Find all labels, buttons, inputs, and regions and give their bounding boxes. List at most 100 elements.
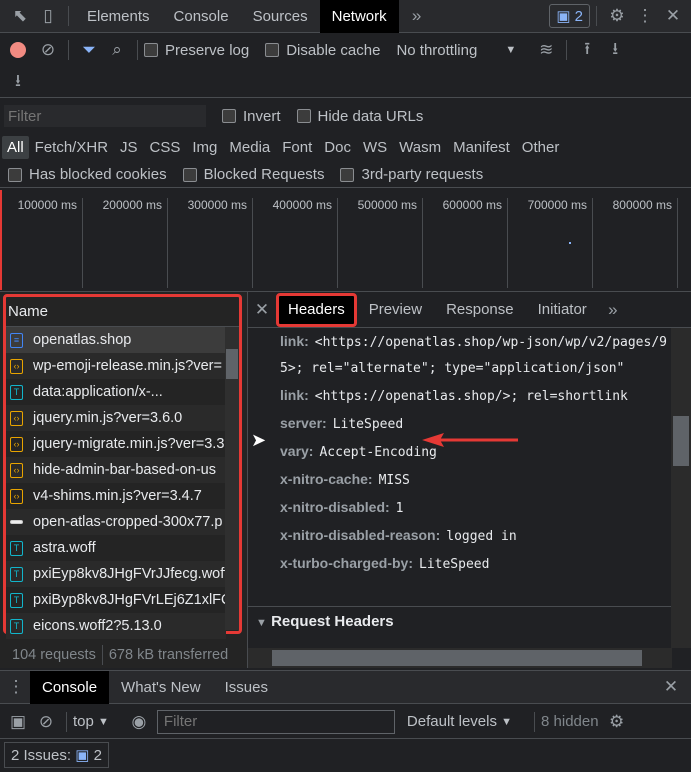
header-row: x-nitro-cache: MISS — [248, 466, 672, 494]
font-file-icon: T — [10, 592, 23, 608]
doc-file-icon: ≡ — [10, 332, 23, 348]
type-filter-doc[interactable]: Doc — [318, 139, 357, 156]
img-file-icon — [10, 520, 23, 524]
list-item[interactable]: ‹› jquery-migrate.min.js?ver=3.3 — [6, 431, 226, 457]
search-icon[interactable]: ⌕ — [103, 40, 131, 60]
scrollbar[interactable] — [225, 327, 239, 630]
type-filter-wasm[interactable]: Wasm — [393, 139, 447, 156]
issue-icon: ▣ — [75, 747, 90, 764]
close-detail-icon[interactable]: ✕ — [248, 300, 276, 320]
checkbox-0[interactable]: Has blocked cookies — [8, 166, 167, 183]
horizontal-scrollbar[interactable] — [248, 648, 672, 668]
eye-icon[interactable]: ◉ — [125, 712, 153, 732]
timeline-tick: 600000 ms — [428, 198, 508, 288]
header-name: link: — [280, 387, 309, 403]
hide-data-urls-checkbox[interactable]: Hide data URLs — [296, 108, 423, 125]
type-filter-manifest[interactable]: Manifest — [447, 139, 516, 156]
tab-sources[interactable]: Sources — [241, 0, 320, 33]
header-name: x-nitro-disabled-reason: — [280, 527, 441, 543]
console-filter-input[interactable] — [156, 709, 395, 734]
disable-cache-checkbox[interactable]: Disable cache — [265, 42, 380, 59]
drawer-tab-whats-new[interactable]: What's New — [109, 671, 213, 704]
detail-tab-headers[interactable]: Headers — [276, 292, 357, 327]
gear-icon[interactable]: ⚙ — [603, 6, 631, 26]
export-har-icon[interactable]: ⭳ — [601, 36, 629, 65]
tab-network[interactable]: Network — [319, 0, 399, 33]
network-conditions-icon[interactable]: ≋ — [532, 40, 560, 60]
type-filter-all[interactable]: All — [2, 135, 29, 159]
sidebar-toggle-icon[interactable]: ▣ — [4, 712, 32, 732]
header-value: LiteSpeed — [419, 557, 490, 572]
list-item[interactable]: ‹› hide-admin-bar-based-on-us — [6, 457, 226, 483]
throttling-select[interactable]: No throttling ▼ — [396, 42, 516, 59]
preserve-log-checkbox[interactable]: Preserve log — [144, 42, 249, 59]
more-tabs-icon[interactable]: » — [403, 6, 431, 26]
type-filter-font[interactable]: Font — [276, 139, 318, 156]
list-item[interactable]: ‹› wp-emoji-release.min.js?ver= — [6, 353, 226, 379]
device-toolbar-icon[interactable]: ▯ — [34, 6, 62, 26]
download-icon[interactable]: ⭳ — [4, 68, 32, 97]
font-file-icon: T — [10, 566, 23, 582]
list-item[interactable]: open-atlas-cropped-300x77.p — [6, 509, 226, 535]
filter-input[interactable] — [4, 105, 206, 127]
response-headers: link: <https://openatlas.shop/wp-json/wp/… — [248, 328, 672, 602]
detail-tab-preview[interactable]: Preview — [357, 293, 434, 326]
list-item[interactable]: Teicons.woff2?5.13.0 — [6, 613, 226, 639]
clear-console-icon[interactable]: ⊘ — [32, 712, 60, 732]
clear-icon[interactable]: ⊘ — [34, 40, 62, 60]
more-tabs-icon[interactable]: » — [599, 300, 627, 320]
close-drawer-icon[interactable]: ✕ — [657, 677, 685, 697]
context-select[interactable]: top ▼ — [73, 713, 109, 730]
chevron-down-icon: ▼ — [505, 44, 517, 56]
invert-checkbox[interactable]: Invert — [222, 108, 281, 125]
list-item[interactable]: Tdata:application/x-... — [6, 379, 226, 405]
type-filter-media[interactable]: Media — [223, 139, 276, 156]
drawer-tab-bar: ⋮ Console What's New Issues ✕ — [0, 670, 691, 704]
checkbox-2[interactable]: 3rd-party requests — [340, 166, 483, 183]
type-filter-img[interactable]: Img — [186, 139, 223, 156]
detail-tab-response[interactable]: Response — [434, 293, 526, 326]
drawer-tab-console[interactable]: Console — [30, 670, 110, 704]
more-options-icon[interactable]: ⋮ — [631, 6, 659, 26]
request-headers-section[interactable]: ▼ Request Headers — [248, 606, 672, 646]
header-name: link: — [280, 333, 309, 349]
header-value: <https://openatlas.shop/wp-json/wp/v2/pa… — [280, 335, 667, 376]
list-item[interactable]: ‹› jquery.min.js?ver=3.6.0 — [6, 405, 226, 431]
request-detail-panel: ✕ Headers Preview Response Initiator» link: <… — [247, 292, 691, 668]
header-value: <https://openatlas.shop/>; rel=shortlink — [314, 389, 628, 404]
type-filter-ws[interactable]: WS — [357, 139, 393, 156]
close-icon[interactable]: ✕ — [659, 6, 687, 26]
hidden-count: 8 hidden — [541, 713, 599, 730]
record-button[interactable] — [10, 42, 26, 58]
timeline-tick: 100000 ms — [3, 198, 83, 288]
mouse-cursor-icon: ➤ — [251, 430, 267, 450]
type-filter-js[interactable]: JS — [114, 139, 144, 156]
name-column-header[interactable]: Name — [6, 297, 239, 327]
list-item[interactable]: ≡ openatlas.shop — [6, 327, 226, 353]
import-har-icon[interactable]: ⭱ — [573, 36, 601, 65]
list-item[interactable]: TpxiByp8kv8JHgFVrLEj6Z1xlFQ — [6, 587, 226, 613]
issues-badge[interactable]: ▣ 2 — [549, 4, 590, 28]
drawer-menu-icon[interactable]: ⋮ — [2, 677, 30, 697]
log-levels-select[interactable]: Default levels ▼ — [407, 713, 512, 730]
type-filter-css[interactable]: CSS — [144, 139, 187, 156]
inspect-icon[interactable]: ⬉ — [6, 6, 34, 26]
type-filter-other[interactable]: Other — [516, 139, 566, 156]
tab-console[interactable]: Console — [162, 0, 241, 33]
list-item[interactable]: Tastra.woff — [6, 535, 226, 561]
list-item[interactable]: TpxiEyp8kv8JHgFVrJJfecg.woff2 — [6, 561, 226, 587]
list-item[interactable]: ‹› v4-shims.min.js?ver=3.4.7 — [6, 483, 226, 509]
js-file-icon: ‹› — [10, 410, 23, 426]
annotation-arrow — [422, 433, 518, 447]
vertical-scrollbar[interactable] — [671, 328, 691, 648]
type-filter-fetchxhr[interactable]: Fetch/XHR — [29, 139, 114, 156]
tab-elements[interactable]: Elements — [75, 0, 162, 33]
detail-tab-initiator[interactable]: Initiator — [526, 293, 599, 326]
checkbox-1[interactable]: Blocked Requests — [182, 166, 324, 183]
issues-link[interactable]: 2 Issues: ▣ 2 — [4, 742, 109, 768]
console-settings-icon[interactable]: ⚙ — [603, 712, 631, 732]
filter-icon[interactable]: ⏷ — [75, 40, 103, 60]
timeline-overview: 100000 ms 200000 ms 300000 ms 400000 ms 5000… — [0, 190, 691, 292]
drawer-tab-issues[interactable]: Issues — [213, 671, 280, 704]
issues-count: 2 — [574, 8, 583, 25]
